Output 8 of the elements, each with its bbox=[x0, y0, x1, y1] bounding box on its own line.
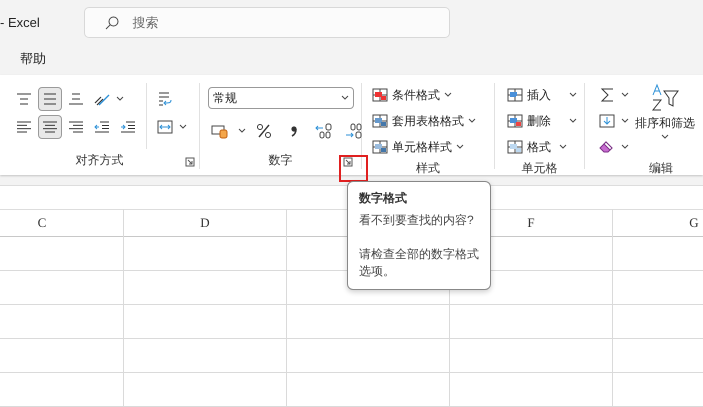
group-label: 单元格 bbox=[520, 160, 558, 178]
tooltip-title: 数字格式 bbox=[359, 190, 408, 207]
group-label: 编辑 bbox=[648, 160, 674, 178]
window-title: - Excel bbox=[0, 15, 40, 30]
group-label: 数字 bbox=[268, 152, 294, 170]
tooltip-text: 请检查全部的数字格式选项。 bbox=[359, 246, 479, 280]
group-label: 对齐方式 bbox=[74, 152, 124, 170]
group-label: 样式 bbox=[415, 160, 441, 178]
